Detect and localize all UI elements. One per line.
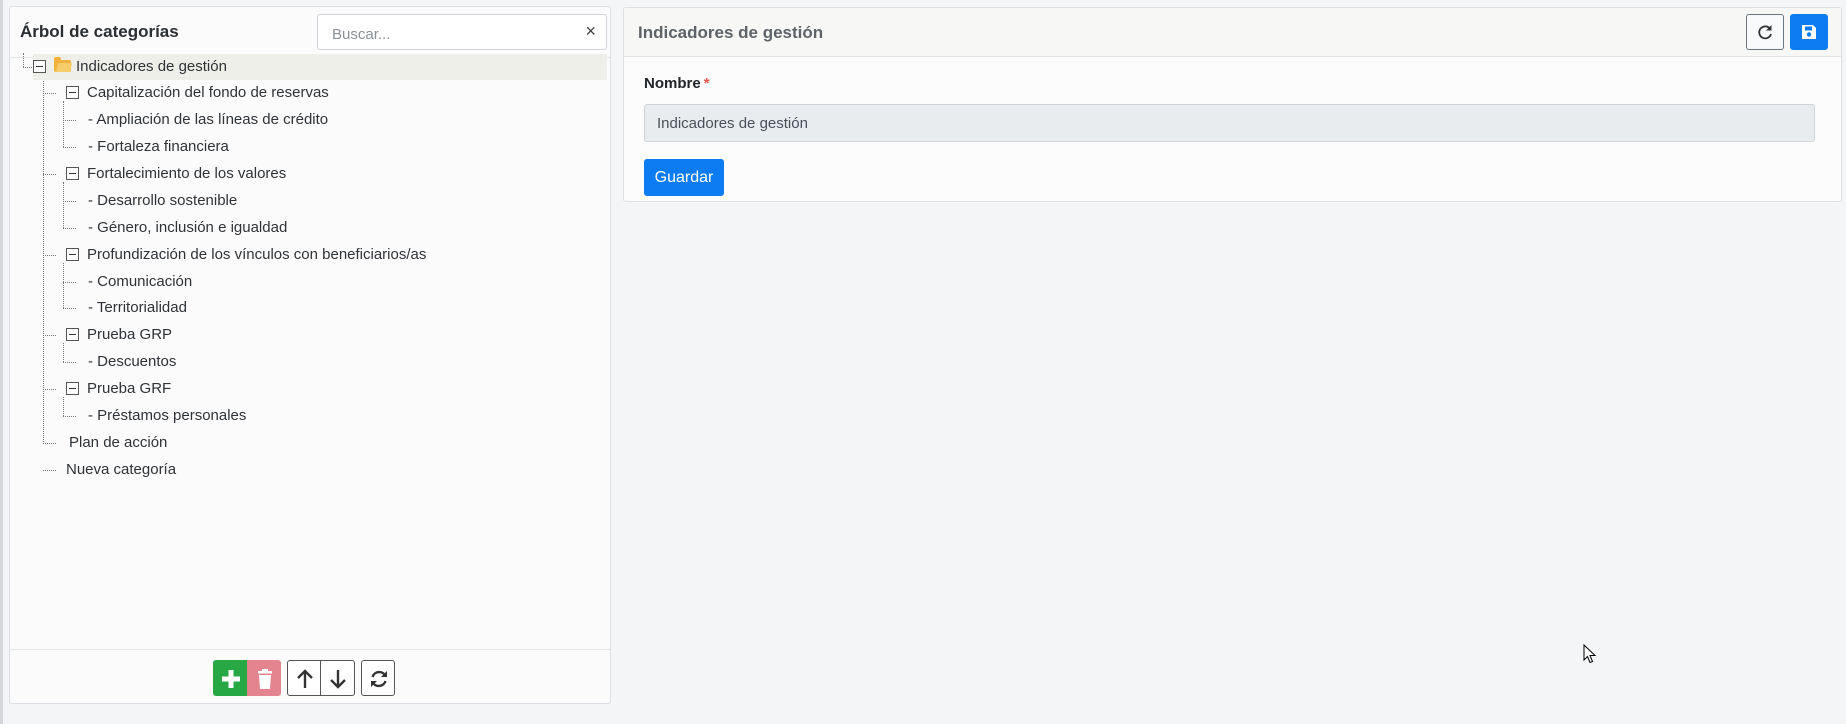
tree-node-label: - Descuentos: [88, 353, 177, 370]
tree-node-label: Prueba GRP: [87, 326, 173, 343]
arrow-up-icon: [297, 669, 313, 688]
tree-node-label: Nueva categoría: [66, 461, 177, 478]
move-down-button[interactable]: [321, 660, 355, 696]
category-form-panel: Indicadores de gestión Nombre* Guardar: [623, 7, 1842, 202]
arrow-down-icon: [330, 670, 346, 689]
tree-node[interactable]: Capitalización del fondo de reservas: [66, 80, 329, 106]
plus-icon: [222, 670, 240, 688]
tree-node-leaf[interactable]: - Ampliación de las líneas de crédito: [88, 107, 328, 133]
name-field[interactable]: [644, 104, 1815, 142]
folder-open-icon: [54, 57, 71, 73]
reload-icon: [1758, 25, 1772, 40]
reload-button[interactable]: [1746, 14, 1784, 50]
tree-node-label: Plan de acción: [69, 434, 168, 451]
tree-node-leaf[interactable]: - Fortaleza financiera: [88, 134, 229, 160]
tree-node-label: Indicadores de gestión: [76, 58, 227, 75]
required-mark: *: [703, 75, 710, 92]
add-category-button[interactable]: [213, 660, 247, 696]
form-panel-header: Indicadores de gestión: [624, 8, 1841, 57]
collapse-toggle-icon[interactable]: [66, 327, 79, 341]
tree-node-label: - Territorialidad: [88, 299, 187, 316]
header-save-button[interactable]: [1790, 14, 1828, 50]
collapse-toggle-icon[interactable]: [66, 381, 79, 395]
tree-search-input[interactable]: [330, 23, 574, 45]
tree-node-leaf[interactable]: Nueva categoría: [66, 457, 176, 483]
tree-node-label: - Ampliación de las líneas de crédito: [88, 111, 329, 128]
refresh-tree-button[interactable]: [361, 660, 395, 696]
tree-node-leaf[interactable]: - Comunicación: [88, 269, 192, 295]
tree-search-box: ×: [317, 14, 607, 50]
tree-node-root[interactable]: Indicadores de gestión: [33, 54, 607, 80]
collapse-toggle-icon[interactable]: [33, 59, 46, 73]
tree-node-leaf[interactable]: - Desarrollo sostenible: [88, 188, 237, 214]
tree-panel-header: Árbol de categorías ×: [10, 7, 610, 58]
name-field-label: Nombre *: [644, 75, 710, 92]
tree-node-label: Fortalecimiento de los valores: [87, 165, 287, 182]
tree-node-leaf[interactable]: - Préstamos personales: [88, 403, 246, 429]
refresh-icon: [371, 670, 387, 688]
tree-node-label: Capitalización del fondo de reservas: [87, 84, 329, 101]
collapse-toggle-icon[interactable]: [66, 247, 79, 261]
name-label-text: Nombre: [644, 75, 701, 92]
window-edge: [0, 0, 3, 724]
tree-node-leaf[interactable]: Plan de acción: [69, 430, 167, 456]
tree-node[interactable]: Fortalecimiento de los valores: [66, 161, 286, 187]
clear-search-icon[interactable]: ×: [585, 21, 596, 42]
tree-panel-title: Árbol de categorías: [20, 22, 179, 41]
tree-node-label: - Género, inclusión e igualdad: [88, 219, 288, 236]
tree-toolbar: [10, 649, 610, 704]
move-up-button[interactable]: [287, 660, 321, 696]
tree-node-label: - Desarrollo sostenible: [88, 192, 238, 209]
tree-node[interactable]: Prueba GRP: [66, 322, 172, 348]
save-icon: [1802, 25, 1816, 39]
tree-node-leaf[interactable]: - Género, inclusión e igualdad: [88, 215, 287, 241]
tree-node[interactable]: Profundización de los vínculos con benef…: [66, 242, 426, 268]
form-panel-title: Indicadores de gestión: [638, 23, 824, 42]
tree-node-label: Prueba GRF: [87, 380, 172, 397]
tree-node-label: Profundización de los vínculos con benef…: [87, 246, 427, 263]
collapse-toggle-icon[interactable]: [66, 166, 79, 180]
tree-node-leaf[interactable]: - Territorialidad: [88, 295, 187, 321]
tree-node-leaf[interactable]: - Descuentos: [88, 349, 176, 375]
tree-node[interactable]: Prueba GRF: [66, 376, 171, 402]
save-button[interactable]: Guardar: [644, 159, 724, 196]
category-tree: Indicadores de gestión Capitalización de…: [10, 53, 610, 607]
mouse-cursor-icon: [1583, 644, 1597, 664]
tree-node-label: - Comunicación: [88, 273, 193, 290]
delete-category-button[interactable]: [247, 660, 281, 696]
category-tree-panel: Árbol de categorías × Indicadores de g: [9, 6, 611, 704]
collapse-toggle-icon[interactable]: [66, 85, 79, 99]
tree-node-label: - Préstamos personales: [88, 407, 247, 424]
trash-icon: [258, 669, 272, 689]
tree-node-label: - Fortaleza financiera: [88, 138, 229, 155]
